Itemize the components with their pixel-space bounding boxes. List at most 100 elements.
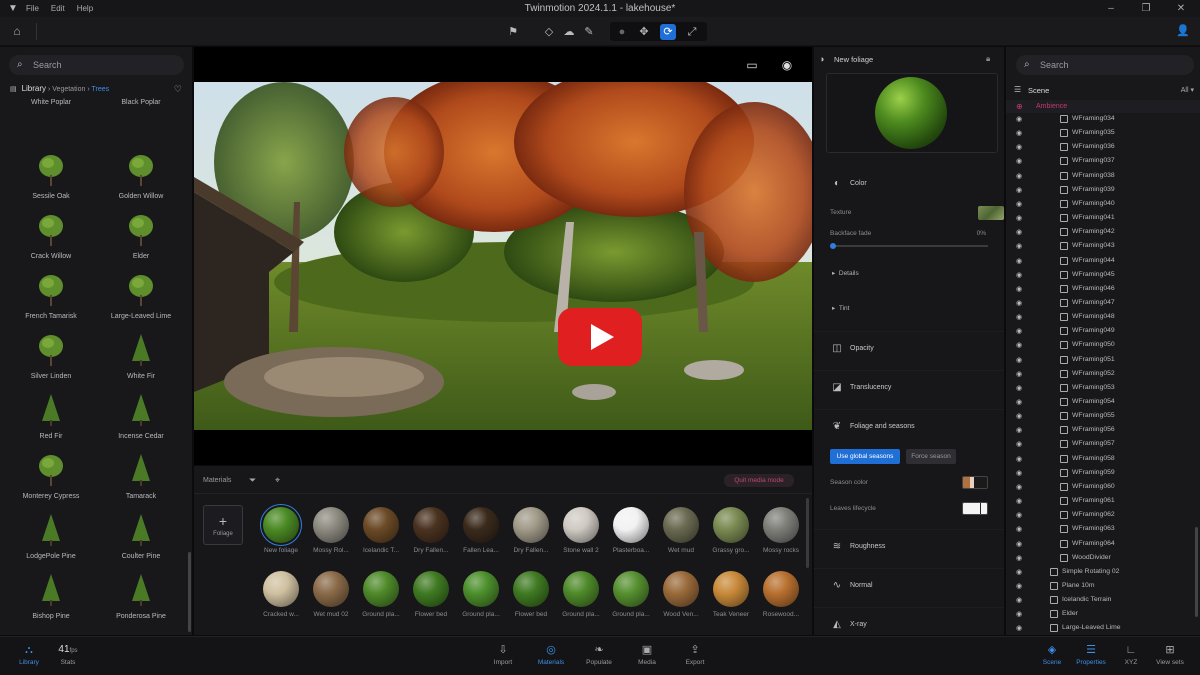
visibility-eye-icon[interactable]: ◉ (1016, 327, 1022, 335)
material-swatch[interactable]: Wood Ven... (655, 571, 705, 623)
opacity-section[interactable]: ◫ Opacity (814, 331, 1004, 365)
color-section[interactable]: ◐ Color (814, 167, 1004, 201)
scene-tree-row[interactable]: ◉ Plane 10m (1006, 580, 1196, 594)
visibility-eye-icon[interactable]: ◉ (1016, 412, 1022, 420)
materials-tab[interactable]: ◎ Materials (528, 643, 574, 673)
scene-tree-row[interactable]: ◉ WFraming053 (1006, 382, 1196, 396)
library-item[interactable]: Elder (96, 211, 186, 271)
scene-tree-row[interactable]: ◉ Icelandic Terrain (1006, 594, 1196, 608)
scene-tree-row[interactable]: ◉ WFraming039 (1006, 184, 1196, 198)
flag-icon[interactable]: ⚑ (505, 24, 521, 40)
material-swatch[interactable]: Flower bed (505, 571, 555, 623)
material-swatch[interactable]: Wet mud 02 (305, 571, 355, 623)
material-swatch[interactable]: Grassy gro... (705, 507, 755, 559)
populate-tab[interactable]: ❧ Populate (576, 643, 622, 673)
viewport[interactable]: ▭ ◉ (194, 47, 812, 465)
media-tab[interactable]: ▣ Media (624, 643, 670, 673)
visibility-eye-icon[interactable]: ◉ (1016, 511, 1022, 519)
library-item[interactable]: White Fir (96, 331, 186, 391)
visibility-eye-icon[interactable]: ◉ (1016, 540, 1022, 548)
scene-tree-row[interactable]: ◉ WFraming045 (1006, 269, 1196, 283)
material-swatch[interactable]: Rosewood... (755, 571, 805, 623)
visibility-eye-icon[interactable]: ◉ (1016, 341, 1022, 349)
minimize-icon[interactable]: – (1096, 0, 1126, 17)
scene-tree-row[interactable]: ◉ WFraming046 (1006, 283, 1196, 297)
library-item[interactable]: Large-Leaved Lime (96, 271, 186, 331)
visibility-eye-icon[interactable]: ◉ (1016, 129, 1022, 137)
visibility-eye-icon[interactable]: ◉ (1016, 469, 1022, 477)
eyedropper-icon[interactable]: ✎ (581, 24, 597, 40)
scene-tree-row[interactable]: ◉ WFraming044 (1006, 255, 1196, 269)
scene-tree-row[interactable]: ◉ WFraming058 (1006, 453, 1196, 467)
render-view[interactable] (194, 82, 812, 430)
materials-scrollbar[interactable] (806, 498, 809, 568)
library-item[interactable]: Silver Linden (6, 331, 96, 391)
scene-tree-row[interactable]: ◉ WFraming049 (1006, 325, 1196, 339)
scene-tree-row[interactable]: ◉ WFraming054 (1006, 396, 1196, 410)
library-item[interactable]: LodgePole Pine (6, 511, 96, 571)
scene-tree-row[interactable]: ◉ WFraming055 (1006, 410, 1196, 424)
scene-tree-row[interactable]: ◉ WFraming042 (1006, 226, 1196, 240)
library-scrollbar[interactable] (188, 552, 191, 632)
quit-media-mode-button[interactable]: Quit media mode (724, 474, 794, 487)
stats-tab[interactable]: 41fps Stats (45, 643, 91, 673)
scene-tree-row[interactable]: ◉ WFraming063 (1006, 523, 1196, 537)
visibility-eye-icon[interactable]: ◉ (1016, 483, 1022, 491)
import-tab[interactable]: ⇩ Import (480, 643, 526, 673)
menu-help[interactable]: Help (77, 4, 93, 13)
material-swatch[interactable]: Dry Fallen... (505, 507, 555, 559)
home-icon[interactable]: ⌂ (10, 24, 24, 38)
scene-tree-row[interactable]: ◉ WFraming057 (1006, 438, 1196, 452)
scene-scrollbar[interactable] (1195, 527, 1198, 617)
scene-search[interactable]: ⌕ Search (1016, 55, 1194, 75)
visibility-eye-icon[interactable]: ◉ (1016, 497, 1022, 505)
rotate-icon[interactable]: ⟳ (660, 24, 676, 40)
visibility-eye-icon[interactable]: ◉ (1016, 299, 1022, 307)
scene-tree-row[interactable]: ◉ WFraming038 (1006, 170, 1196, 184)
material-swatch[interactable]: New foliage (255, 504, 305, 559)
scene-tree-row[interactable]: ◉ WFraming051 (1006, 354, 1196, 368)
pin-icon[interactable]: ⌖ (275, 475, 280, 486)
scene-filter-dropdown[interactable]: All ▾ (1181, 86, 1194, 94)
scene-tree-row[interactable]: ◉ WFraming047 (1006, 297, 1196, 311)
material-swatch[interactable]: Plasterboa... (605, 507, 655, 559)
youtube-play-icon[interactable] (558, 308, 642, 366)
scene-tree-row[interactable]: ◉ WFraming043 (1006, 240, 1196, 254)
use-global-seasons-button[interactable]: Use global seasons (830, 449, 900, 464)
visibility-eye-icon[interactable]: ◉ (1016, 228, 1022, 236)
foliage-section[interactable]: ❦ Foliage and seasons (814, 409, 1004, 443)
material-swatch[interactable]: Stone wall 2 (555, 507, 605, 559)
visibility-eye-icon[interactable]: ◉ (1016, 426, 1022, 434)
library-item[interactable]: Sessile Oak (6, 151, 96, 211)
close-icon[interactable]: ✕ (1166, 0, 1196, 17)
normal-section[interactable]: ∿ Normal (814, 568, 1004, 602)
visibility-eye-icon[interactable]: ◉ (1016, 313, 1022, 321)
roughness-section[interactable]: ≋ Roughness (814, 529, 1004, 563)
leaves-lifecycle-swatch[interactable] (962, 502, 988, 515)
visibility-eye-icon[interactable]: ◉ (1016, 568, 1022, 576)
material-swatch[interactable]: Ground pla... (455, 571, 505, 623)
paint-icon[interactable]: ☁ (561, 24, 577, 40)
scene-tree-row[interactable]: ◉ WFraming050 (1006, 339, 1196, 353)
select-mode-icon[interactable]: ● (614, 24, 630, 40)
visibility-eye-icon[interactable]: ◉ (1016, 554, 1022, 562)
menu-edit[interactable]: Edit (51, 4, 65, 13)
user-icon[interactable]: 👤 (1176, 24, 1190, 38)
material-swatch[interactable]: Ground pla... (555, 571, 605, 623)
scene-tree-row[interactable]: ◉ WFraming059 (1006, 467, 1196, 481)
ambience-row[interactable]: ⊕ Ambience (1006, 100, 1200, 113)
visibility-eye-icon[interactable]: ◉ (1016, 242, 1022, 250)
view-sets-tab[interactable]: ⊞ View sets (1147, 643, 1193, 673)
tint-expander[interactable]: ▸ Tint (832, 304, 849, 312)
library-item[interactable]: Incense Cedar (96, 391, 186, 451)
material-swatch[interactable]: Icelandic T... (355, 507, 405, 559)
visibility-eye-icon[interactable]: ◉ (1016, 186, 1022, 194)
material-swatch[interactable]: Mossy Rol... (305, 507, 355, 559)
details-expander[interactable]: ▸ Details (832, 269, 859, 277)
library-item[interactable]: Crack Willow (6, 211, 96, 271)
material-swatch[interactable]: Fallen Lea... (455, 507, 505, 559)
visibility-eye-icon[interactable]: ◉ (1016, 370, 1022, 378)
visibility-eye-icon[interactable]: ◉ (1016, 455, 1022, 463)
visibility-eye-icon[interactable]: ◉ (1016, 610, 1022, 618)
filter-icon[interactable]: ⏷ (249, 475, 256, 486)
